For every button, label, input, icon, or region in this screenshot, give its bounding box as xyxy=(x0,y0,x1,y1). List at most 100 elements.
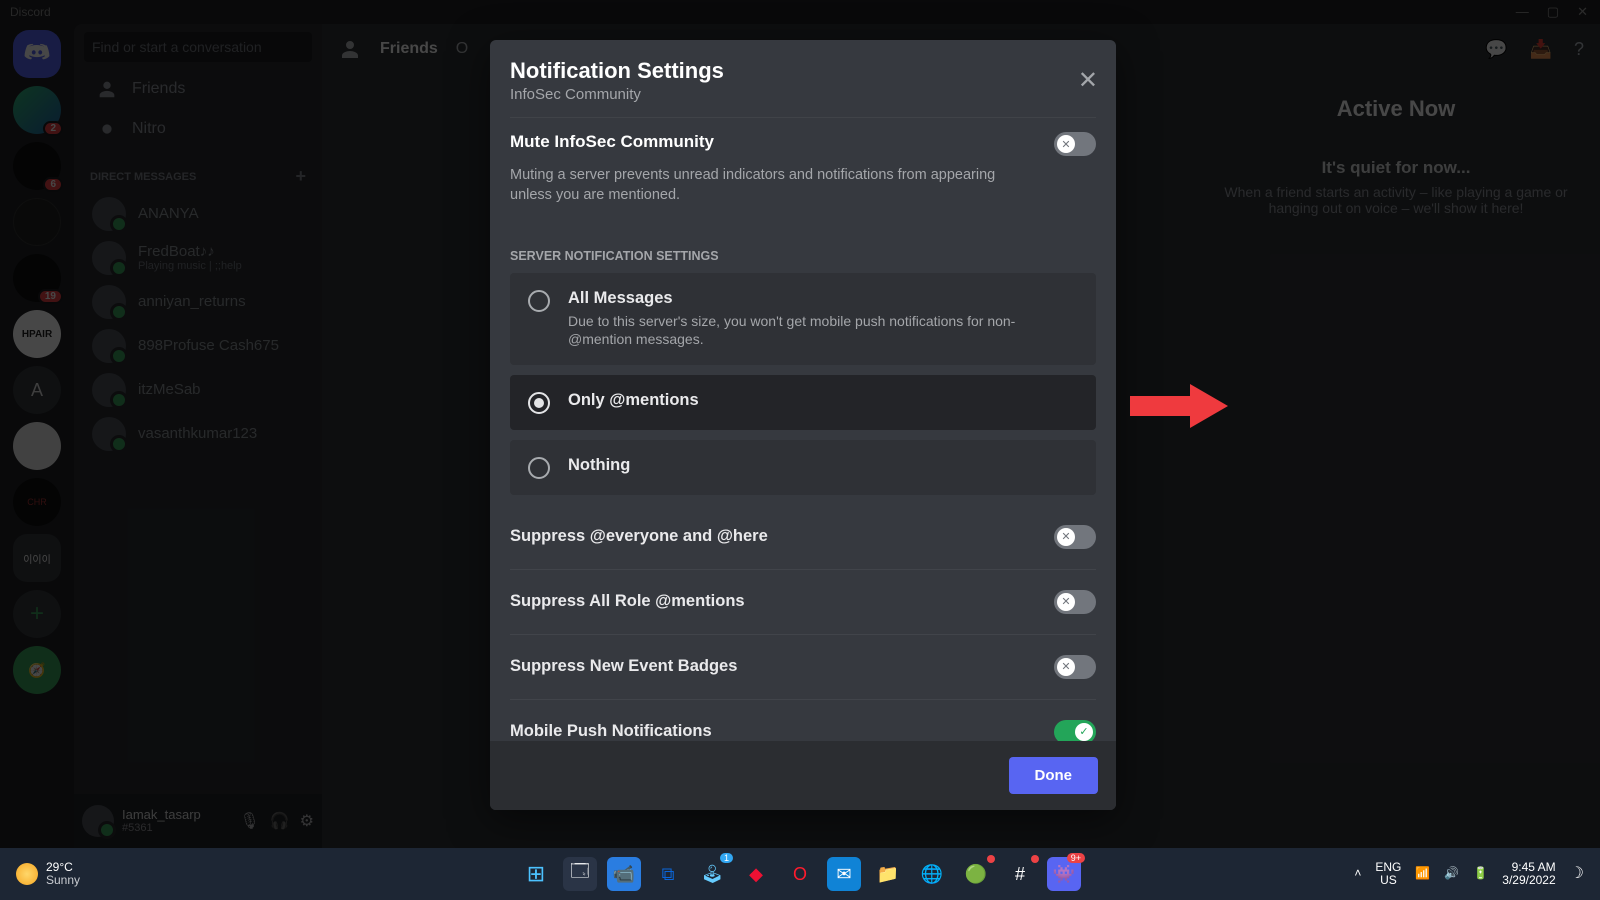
tab-friends[interactable]: Friends xyxy=(380,40,438,58)
windows-taskbar[interactable]: 29°C Sunny ⊞ 🗔 📹 ⧉ 🕹1 ◆ O ✉ 📁 🌐 🟢 # 👾9+ … xyxy=(0,848,1600,900)
active-now-subtitle: It's quiet for now... xyxy=(1216,158,1576,178)
app-icon[interactable]: ◆ xyxy=(739,857,773,891)
mute-server-toggle[interactable]: ✕ xyxy=(1054,132,1096,156)
toggle-label: Suppress All Role @mentions xyxy=(510,592,745,611)
weather-widget[interactable]: 29°C Sunny xyxy=(0,861,80,887)
modal-title: Notification Settings xyxy=(510,58,1096,84)
mute-server-label: Mute InfoSec Community xyxy=(510,132,714,152)
toggle-row: Suppress @everyone and @here✕ xyxy=(510,505,1096,570)
minimize-icon[interactable]: — xyxy=(1516,4,1529,20)
friends-icon xyxy=(338,37,362,61)
dm-name: ANANYA xyxy=(138,205,199,222)
add-server-button[interactable]: + xyxy=(13,590,61,638)
radio-only-mentions[interactable]: Only @mentions xyxy=(510,375,1096,430)
explorer-icon[interactable]: 📁 xyxy=(871,857,905,891)
deafen-icon[interactable]: 🎧 xyxy=(270,811,290,831)
maximize-icon[interactable]: ▢ xyxy=(1547,4,1559,20)
server-icon[interactable]: 이이이 xyxy=(13,534,61,582)
task-apps: ⊞ 🗔 📹 ⧉ 🕹1 ◆ O ✉ 📁 🌐 🟢 # 👾9+ xyxy=(519,857,1081,891)
avatar xyxy=(92,197,126,231)
radio-all-messages[interactable]: All Messages Due to this server's size, … xyxy=(510,273,1096,364)
server-icon[interactable]: 19 xyxy=(13,254,61,302)
close-icon[interactable]: ✕ xyxy=(1078,66,1098,95)
mute-mic-icon[interactable]: 🎙 xyxy=(239,811,259,831)
server-icon[interactable]: CHR xyxy=(13,478,61,526)
close-window-icon[interactable]: ✕ xyxy=(1577,4,1588,20)
chrome-icon[interactable]: 🟢 xyxy=(959,857,993,891)
home-server-icon[interactable] xyxy=(13,30,61,78)
tab-online[interactable]: O xyxy=(456,40,468,58)
new-dm-icon[interactable]: 💬 xyxy=(1485,39,1507,60)
server-icon[interactable]: HPAIR xyxy=(13,310,61,358)
steam-icon[interactable]: 🕹1 xyxy=(695,857,729,891)
self-username: Iamak_tasarp xyxy=(122,808,201,822)
dm-item[interactable]: 898Profuse Cash675 xyxy=(82,325,314,367)
volume-icon[interactable]: 🔊 xyxy=(1444,867,1459,880)
discover-button[interactable]: 🧭 xyxy=(13,646,61,694)
server-icon[interactable]: 6 xyxy=(13,142,61,190)
server-icon[interactable]: A xyxy=(13,366,61,414)
done-button[interactable]: Done xyxy=(1009,757,1099,794)
tray-chevron-icon[interactable]: ˄ xyxy=(1354,867,1361,880)
app-name: Discord xyxy=(10,5,51,19)
notification-settings-modal: Notification Settings InfoSec Community … xyxy=(490,40,1116,810)
titlebar: Discord — ▢ ✕ xyxy=(0,0,1600,24)
server-badge: 6 xyxy=(43,177,63,192)
dm-item[interactable]: FredBoat♪♪Playing music | ;;help xyxy=(82,237,314,279)
dropbox-icon[interactable]: ⧉ xyxy=(651,857,685,891)
avatar xyxy=(92,241,126,275)
plus-icon[interactable]: + xyxy=(295,166,306,187)
clock[interactable]: 9:45 AM 3/29/2022 xyxy=(1502,861,1555,887)
radio-icon xyxy=(528,392,550,414)
toggle-row: Suppress New Event Badges ✕ xyxy=(510,635,1096,700)
dm-section-header: DIRECT MESSAGES + xyxy=(74,150,322,191)
toggle-row: Suppress All Role @mentions ✕ xyxy=(510,570,1096,635)
self-tag: #5361 xyxy=(122,822,201,834)
server-notif-section: SERVER NOTIFICATION SETTINGS xyxy=(510,249,1096,263)
self-avatar[interactable] xyxy=(82,805,114,837)
active-now-title: Active Now xyxy=(1216,96,1576,122)
search-input[interactable]: Find or start a conversation xyxy=(84,32,312,62)
avatar xyxy=(92,285,126,319)
active-now-panel: Active Now It's quiet for now... When a … xyxy=(1216,96,1576,216)
inbox-icon[interactable]: 📥 xyxy=(1530,39,1552,60)
dm-sidebar: Find or start a conversation Friends Nit… xyxy=(74,24,322,848)
wifi-icon[interactable]: 📶 xyxy=(1415,867,1430,880)
start-icon[interactable]: ⊞ xyxy=(519,857,553,891)
settings-icon[interactable]: ⚙ xyxy=(300,811,314,831)
toggle-label: Mobile Push Notifications xyxy=(510,722,712,741)
help-icon[interactable]: ? xyxy=(1574,39,1584,60)
toggle-switch[interactable]: ✕ xyxy=(1054,525,1096,549)
dm-item[interactable]: anniyan_returns xyxy=(82,281,314,323)
toggle-label: Suppress New Event Badges xyxy=(510,657,737,676)
toggle-switch[interactable]: ✕ xyxy=(1054,655,1096,679)
nav-nitro[interactable]: Nitro xyxy=(82,110,314,148)
task-view-icon[interactable]: 🗔 xyxy=(563,857,597,891)
nav-friends[interactable]: Friends xyxy=(82,70,314,108)
server-icon[interactable] xyxy=(13,198,61,246)
focus-icon[interactable]: ☽ xyxy=(1570,865,1584,883)
dm-name: itzMeSab xyxy=(138,381,201,398)
battery-icon[interactable]: 🔋 xyxy=(1473,867,1488,880)
server-icon[interactable] xyxy=(13,422,61,470)
zoom-icon[interactable]: 📹 xyxy=(607,857,641,891)
server-icon[interactable]: 2 xyxy=(13,86,61,134)
toggle-switch[interactable]: ✕ xyxy=(1054,590,1096,614)
dm-item[interactable]: ANANYA xyxy=(82,193,314,235)
server-badge: 19 xyxy=(38,289,63,304)
discord-taskbar-icon[interactable]: 👾9+ xyxy=(1047,857,1081,891)
server-rail: 2 6 19 HPAIR A CHR 이이이 + 🧭 xyxy=(0,24,74,848)
server-badge: 2 xyxy=(43,121,63,136)
avatar xyxy=(92,329,126,363)
avatar xyxy=(92,373,126,407)
edge-icon[interactable]: 🌐 xyxy=(915,857,949,891)
radio-nothing[interactable]: Nothing xyxy=(510,440,1096,495)
dm-status: Playing music | ;;help xyxy=(138,260,242,273)
system-tray[interactable]: ˄ ENG US 📶 🔊 🔋 9:45 AM 3/29/2022 ☽ xyxy=(1354,861,1600,887)
dm-item[interactable]: itzMeSab xyxy=(82,369,314,411)
dm-item[interactable]: vasanthkumar123 xyxy=(82,413,314,455)
mail-icon[interactable]: ✉ xyxy=(827,857,861,891)
opera-icon[interactable]: O xyxy=(783,857,817,891)
slack-icon[interactable]: # xyxy=(1003,857,1037,891)
toggle-switch[interactable]: ✓ xyxy=(1054,720,1096,742)
